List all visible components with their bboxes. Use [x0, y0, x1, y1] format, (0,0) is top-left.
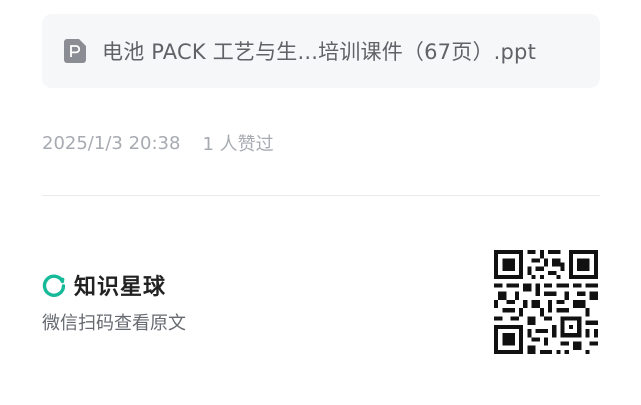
- attachment-card[interactable]: 电池 PACK 工艺与生...培训课件（67页）.ppt: [42, 14, 600, 88]
- likes-count: 1 人赞过: [202, 134, 274, 155]
- scan-hint: 微信扫码查看原文: [42, 313, 186, 334]
- file-ppt-icon: [64, 39, 86, 63]
- post-datetime: 2025/1/3 20:38: [42, 132, 181, 154]
- attachment-file-name: 电池 PACK 工艺与生...培训课件（67页）.ppt: [102, 40, 537, 64]
- post-meta: 2025/1/3 20:38 1 人赞过: [42, 130, 274, 156]
- qr-code-icon: [494, 250, 598, 354]
- divider: [42, 195, 600, 196]
- brand: 知识星球: [42, 269, 166, 301]
- zsxq-logo-icon: [42, 274, 66, 297]
- brand-name: 知识星球: [74, 275, 167, 300]
